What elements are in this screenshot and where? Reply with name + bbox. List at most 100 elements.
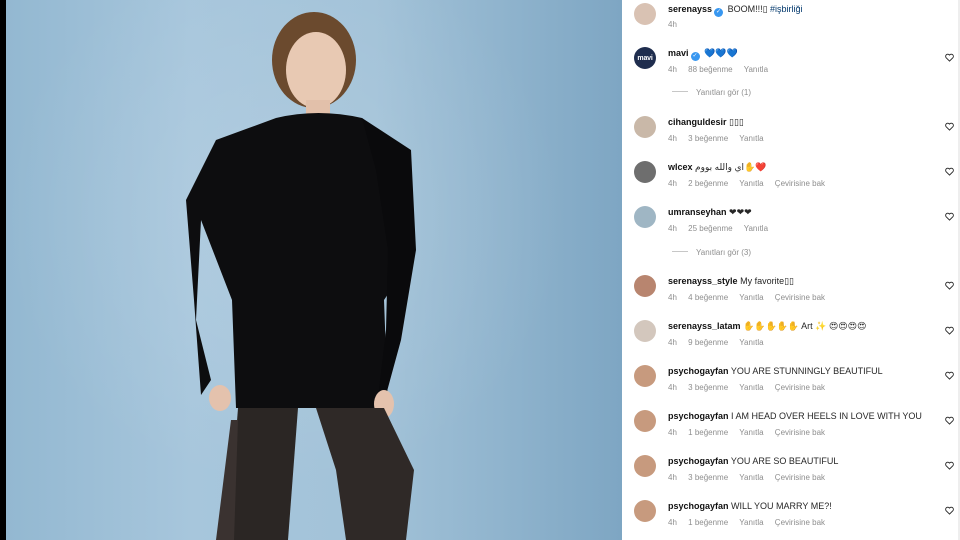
avatar[interactable]	[634, 161, 656, 183]
reply-button[interactable]: Yanıtla	[744, 224, 768, 233]
comment-text: My favorite▯▯	[740, 276, 794, 286]
comment-line: serenayss_latam ✋✋✋✋✋ Art ✨ 😍😍😍😍	[668, 321, 866, 332]
heart-outline-icon[interactable]	[945, 281, 954, 290]
view-replies-label: Yanıtları gör (1)	[696, 88, 751, 97]
comment-username[interactable]: mavi	[668, 48, 689, 58]
comment-line: psychogayfan YOU ARE SO BEAUTIFUL	[668, 456, 838, 466]
comment-time[interactable]: 4h	[668, 428, 677, 437]
comment-likes[interactable]: 9 beğenme	[688, 338, 728, 347]
comment-time[interactable]: 4h	[668, 224, 677, 233]
translate-button[interactable]: Çevirisine bak	[775, 428, 825, 437]
comment-line: cihanguldesir ▯▯▯	[668, 117, 744, 128]
comment-text: ✋✋✋✋✋ Art ✨ 😍😍😍😍	[743, 321, 867, 331]
heart-outline-icon[interactable]	[945, 53, 954, 62]
comment-username[interactable]: serenayss	[668, 4, 712, 14]
heart-outline-icon[interactable]	[945, 506, 954, 515]
heart-outline-icon[interactable]	[945, 326, 954, 335]
comment-line: serenayss ✓ BOOM!!!▯ #işbirliği	[668, 4, 803, 17]
comment-text: 💙💙💙	[704, 48, 738, 58]
comment-line: psychogayfan I AM HEAD OVER HEELS IN LOV…	[668, 411, 922, 421]
comment-username[interactable]: umranseyhan	[668, 207, 727, 217]
avatar[interactable]	[634, 206, 656, 228]
comment-time[interactable]: 4h	[668, 293, 677, 302]
hashtag-link[interactable]: #işbirliği	[770, 4, 803, 14]
view-replies-label: Yanıtları gör (3)	[696, 248, 751, 257]
heart-outline-icon[interactable]	[945, 461, 954, 470]
comments-panel[interactable]: serenayss ✓ BOOM!!!▯ #işbirliği 4h mavi m…	[622, 0, 960, 540]
heart-outline-icon[interactable]	[945, 122, 954, 131]
heart-outline-icon[interactable]	[945, 212, 954, 221]
avatar[interactable]	[634, 365, 656, 387]
avatar-logo-text: mavi	[637, 54, 653, 62]
heart-outline-icon[interactable]	[945, 371, 954, 380]
comment-likes[interactable]: 3 beğenme	[688, 383, 728, 392]
reply-button[interactable]: Yanıtla	[739, 383, 763, 392]
avatar[interactable]	[634, 410, 656, 432]
comment-username[interactable]: wlcex	[668, 162, 693, 172]
view-replies-button[interactable]: Yanıtları gör (1)	[672, 88, 751, 97]
comment-meta: 4h 3 beğenme Yanıtla	[668, 134, 773, 143]
comment-username[interactable]: serenayss_style	[668, 276, 738, 286]
reply-button[interactable]: Yanıtla	[739, 428, 763, 437]
comment-text: اي والله بووم✋❤️	[695, 162, 767, 172]
avatar[interactable]: mavi	[634, 47, 656, 69]
avatar[interactable]	[634, 500, 656, 522]
heart-outline-icon[interactable]	[945, 416, 954, 425]
comment-time[interactable]: 4h	[668, 134, 677, 143]
comment-likes[interactable]: 25 beğenme	[688, 224, 732, 233]
reply-button[interactable]: Yanıtla	[739, 293, 763, 302]
translate-button[interactable]: Çevirisine bak	[775, 518, 825, 527]
reply-button[interactable]: Yanıtla	[739, 518, 763, 527]
reply-button[interactable]: Yanıtla	[739, 134, 763, 143]
comment-username[interactable]: psychogayfan	[668, 366, 729, 376]
comment-meta: 4h 3 beğenme Yanıtla Çevirisine bak	[668, 473, 834, 482]
comment-meta: 4h 25 beğenme Yanıtla	[668, 224, 777, 233]
heart-outline-icon[interactable]	[945, 167, 954, 176]
translate-button[interactable]: Çevirisine bak	[775, 473, 825, 482]
translate-button[interactable]: Çevirisine bak	[775, 179, 825, 188]
comment-text: ▯▯▯	[729, 117, 744, 127]
reply-button[interactable]: Yanıtla	[739, 338, 763, 347]
comment-likes[interactable]: 1 beğenme	[688, 518, 728, 527]
comment-line: umranseyhan ❤❤❤	[668, 207, 752, 218]
comment-time[interactable]: 4h	[668, 383, 677, 392]
avatar[interactable]	[634, 116, 656, 138]
comment-likes[interactable]: 4 beğenme	[688, 293, 728, 302]
comment-meta: 4h 3 beğenme Yanıtla Çevirisine bak	[668, 383, 834, 392]
translate-button[interactable]: Çevirisine bak	[775, 383, 825, 392]
comment-username[interactable]: psychogayfan	[668, 411, 729, 421]
comment-line: mavi ✓ 💙💙💙	[668, 48, 738, 61]
comment-text: BOOM!!!▯	[727, 4, 768, 14]
view-replies-button[interactable]: Yanıtları gör (3)	[672, 248, 751, 257]
comment-username[interactable]: serenayss_latam	[668, 321, 741, 331]
comment-time[interactable]: 4h	[668, 65, 677, 74]
comment-time[interactable]: 4h	[668, 179, 677, 188]
reply-button[interactable]: Yanıtla	[744, 65, 768, 74]
model-illustration	[186, 12, 416, 540]
comment-time[interactable]: 4h	[668, 473, 677, 482]
reply-button[interactable]: Yanıtla	[739, 179, 763, 188]
reply-button[interactable]: Yanıtla	[739, 473, 763, 482]
comment-meta: 4h 1 beğenme Yanıtla Çevirisine bak	[668, 518, 834, 527]
comment-username[interactable]: cihanguldesir	[668, 117, 727, 127]
comment-time[interactable]: 4h	[668, 20, 677, 29]
post-photo[interactable]	[6, 0, 622, 540]
comment-text: ❤❤❤	[729, 207, 752, 217]
comment-likes[interactable]: 88 beğenme	[688, 65, 732, 74]
post-viewer: serenayss ✓ BOOM!!!▯ #işbirliği 4h mavi m…	[0, 0, 960, 540]
translate-button[interactable]: Çevirisine bak	[775, 293, 825, 302]
comment-likes[interactable]: 3 beğenme	[688, 473, 728, 482]
comment-username[interactable]: psychogayfan	[668, 501, 729, 511]
comment-line: psychogayfan WILL YOU MARRY ME?!	[668, 501, 832, 511]
comment-time[interactable]: 4h	[668, 338, 677, 347]
avatar[interactable]	[634, 320, 656, 342]
comment-likes[interactable]: 1 beğenme	[688, 428, 728, 437]
comment-likes[interactable]: 3 beğenme	[688, 134, 728, 143]
avatar[interactable]	[634, 455, 656, 477]
avatar[interactable]	[634, 3, 656, 25]
replies-divider	[672, 91, 688, 92]
comment-username[interactable]: psychogayfan	[668, 456, 729, 466]
comment-likes[interactable]: 2 beğenme	[688, 179, 728, 188]
comment-time[interactable]: 4h	[668, 518, 677, 527]
avatar[interactable]	[634, 275, 656, 297]
